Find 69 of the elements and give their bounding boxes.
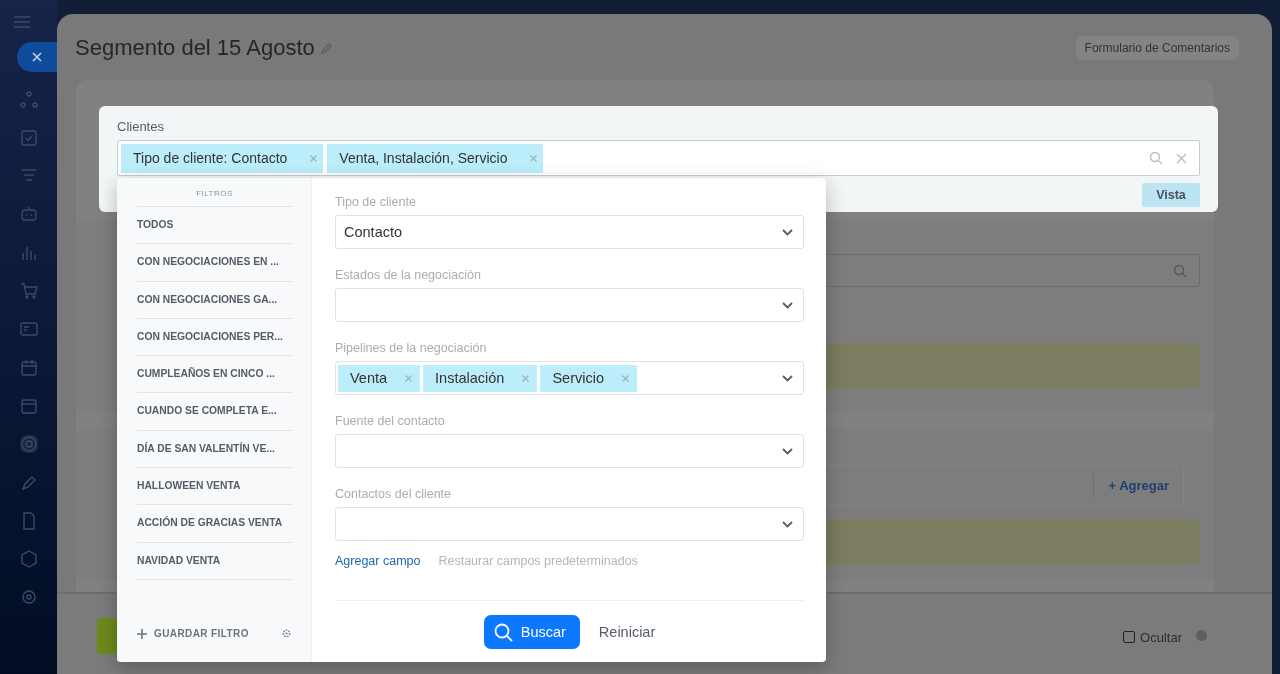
remove-icon[interactable] xyxy=(310,154,318,162)
card-icon[interactable] xyxy=(19,320,38,339)
remove-icon[interactable] xyxy=(522,374,530,382)
view-button[interactable]: Vista xyxy=(1142,183,1200,207)
close-button[interactable] xyxy=(17,42,57,73)
preset-item[interactable]: HALLOWEEN VENTA xyxy=(137,468,292,506)
cart-icon[interactable] xyxy=(19,282,38,301)
close-icon[interactable] xyxy=(1176,152,1187,164)
chip-label: Tipo de cliente: Contacto xyxy=(133,150,288,166)
select-field[interactable]: Venta Instalación Servicio xyxy=(335,361,804,395)
preset-item[interactable]: NAVIDAD VENTA xyxy=(137,542,292,580)
presets-heading: FILTROS xyxy=(137,178,292,207)
help-icon[interactable] xyxy=(1196,629,1207,641)
filter-label: Clientes xyxy=(117,119,165,134)
preset-item[interactable]: DÍA DE SAN VALENTÍN VE... xyxy=(137,430,292,469)
remove-icon[interactable] xyxy=(405,374,413,382)
store-icon[interactable] xyxy=(19,396,38,415)
close-icon xyxy=(32,52,42,63)
cube-icon[interactable] xyxy=(19,550,38,569)
preset-item[interactable]: CON NEGOCIACIONES PER... xyxy=(137,318,292,357)
field-label: Contactos del cliente xyxy=(335,487,453,501)
chevron-down-icon xyxy=(782,301,793,309)
select-value: Contacto xyxy=(343,224,403,240)
robot-icon[interactable] xyxy=(19,205,38,224)
search-icon[interactable] xyxy=(1149,151,1163,165)
share-icon[interactable] xyxy=(19,90,38,109)
select-field[interactable] xyxy=(335,434,804,468)
field-label: Estados de la negociación xyxy=(335,268,482,282)
preset-item[interactable]: ACCIÓN DE GRACIAS VENTA xyxy=(137,505,292,543)
hide-checkbox[interactable] xyxy=(1123,631,1136,643)
chevron-down-icon xyxy=(782,447,793,455)
page-title: Segmento del 15 Agosto xyxy=(75,35,315,61)
pen-icon[interactable] xyxy=(19,473,38,492)
preset-item[interactable]: CUANDO SE COMPLETA E... xyxy=(137,393,292,431)
tag-label: Venta xyxy=(350,370,388,386)
select-field[interactable] xyxy=(335,507,804,541)
preset-item[interactable]: CON NEGOCIACIONES EN ... xyxy=(137,244,292,282)
menu-icon[interactable] xyxy=(13,16,30,28)
field-label: Tipo de cliente xyxy=(335,195,417,209)
settings-icon[interactable] xyxy=(281,628,292,639)
target-icon[interactable] xyxy=(19,435,38,454)
chip-label: Venta, Instalación, Servicio xyxy=(339,150,508,166)
check-icon[interactable] xyxy=(19,128,38,147)
chevron-down-icon xyxy=(782,374,793,382)
reset-button[interactable]: Reiniciar xyxy=(598,615,656,649)
plus-icon xyxy=(137,628,147,639)
calendar-icon[interactable] xyxy=(19,358,38,377)
field-label: Pipelines de la negociación xyxy=(335,341,488,355)
save-filter-button[interactable]: GUARDAR FILTRO xyxy=(137,628,249,639)
remove-icon[interactable] xyxy=(530,154,538,162)
feedback-button[interactable]: Formulario de Comentarios xyxy=(1075,36,1239,60)
chevron-down-icon xyxy=(782,520,793,528)
field-label: Fuente del contacto xyxy=(335,414,446,428)
remove-icon[interactable] xyxy=(622,374,629,382)
tag-label: Servicio xyxy=(552,370,604,386)
add-field-link[interactable]: Agregar campo xyxy=(335,554,421,568)
preset-item[interactable]: TODOS xyxy=(137,207,292,245)
preset-item[interactable]: CUMPLEAÑOS EN CINCO ... xyxy=(137,356,292,394)
select-field[interactable]: Contacto xyxy=(335,215,804,249)
chevron-down-icon xyxy=(782,228,793,236)
search-icon xyxy=(493,622,513,642)
search-button[interactable]: Buscar xyxy=(483,615,580,649)
preset-item[interactable]: CON NEGOCIACIONES GA... xyxy=(137,281,292,319)
pencil-icon[interactable] xyxy=(320,42,333,54)
hide-label: Ocultar xyxy=(1140,629,1182,645)
select-field[interactable] xyxy=(335,288,804,322)
search-icon xyxy=(1173,263,1187,278)
filter-field[interactable]: Tipo de cliente: Contacto Venta, Instalación, Servicio xyxy=(117,140,1200,176)
tag-label: Instalación xyxy=(435,370,505,386)
